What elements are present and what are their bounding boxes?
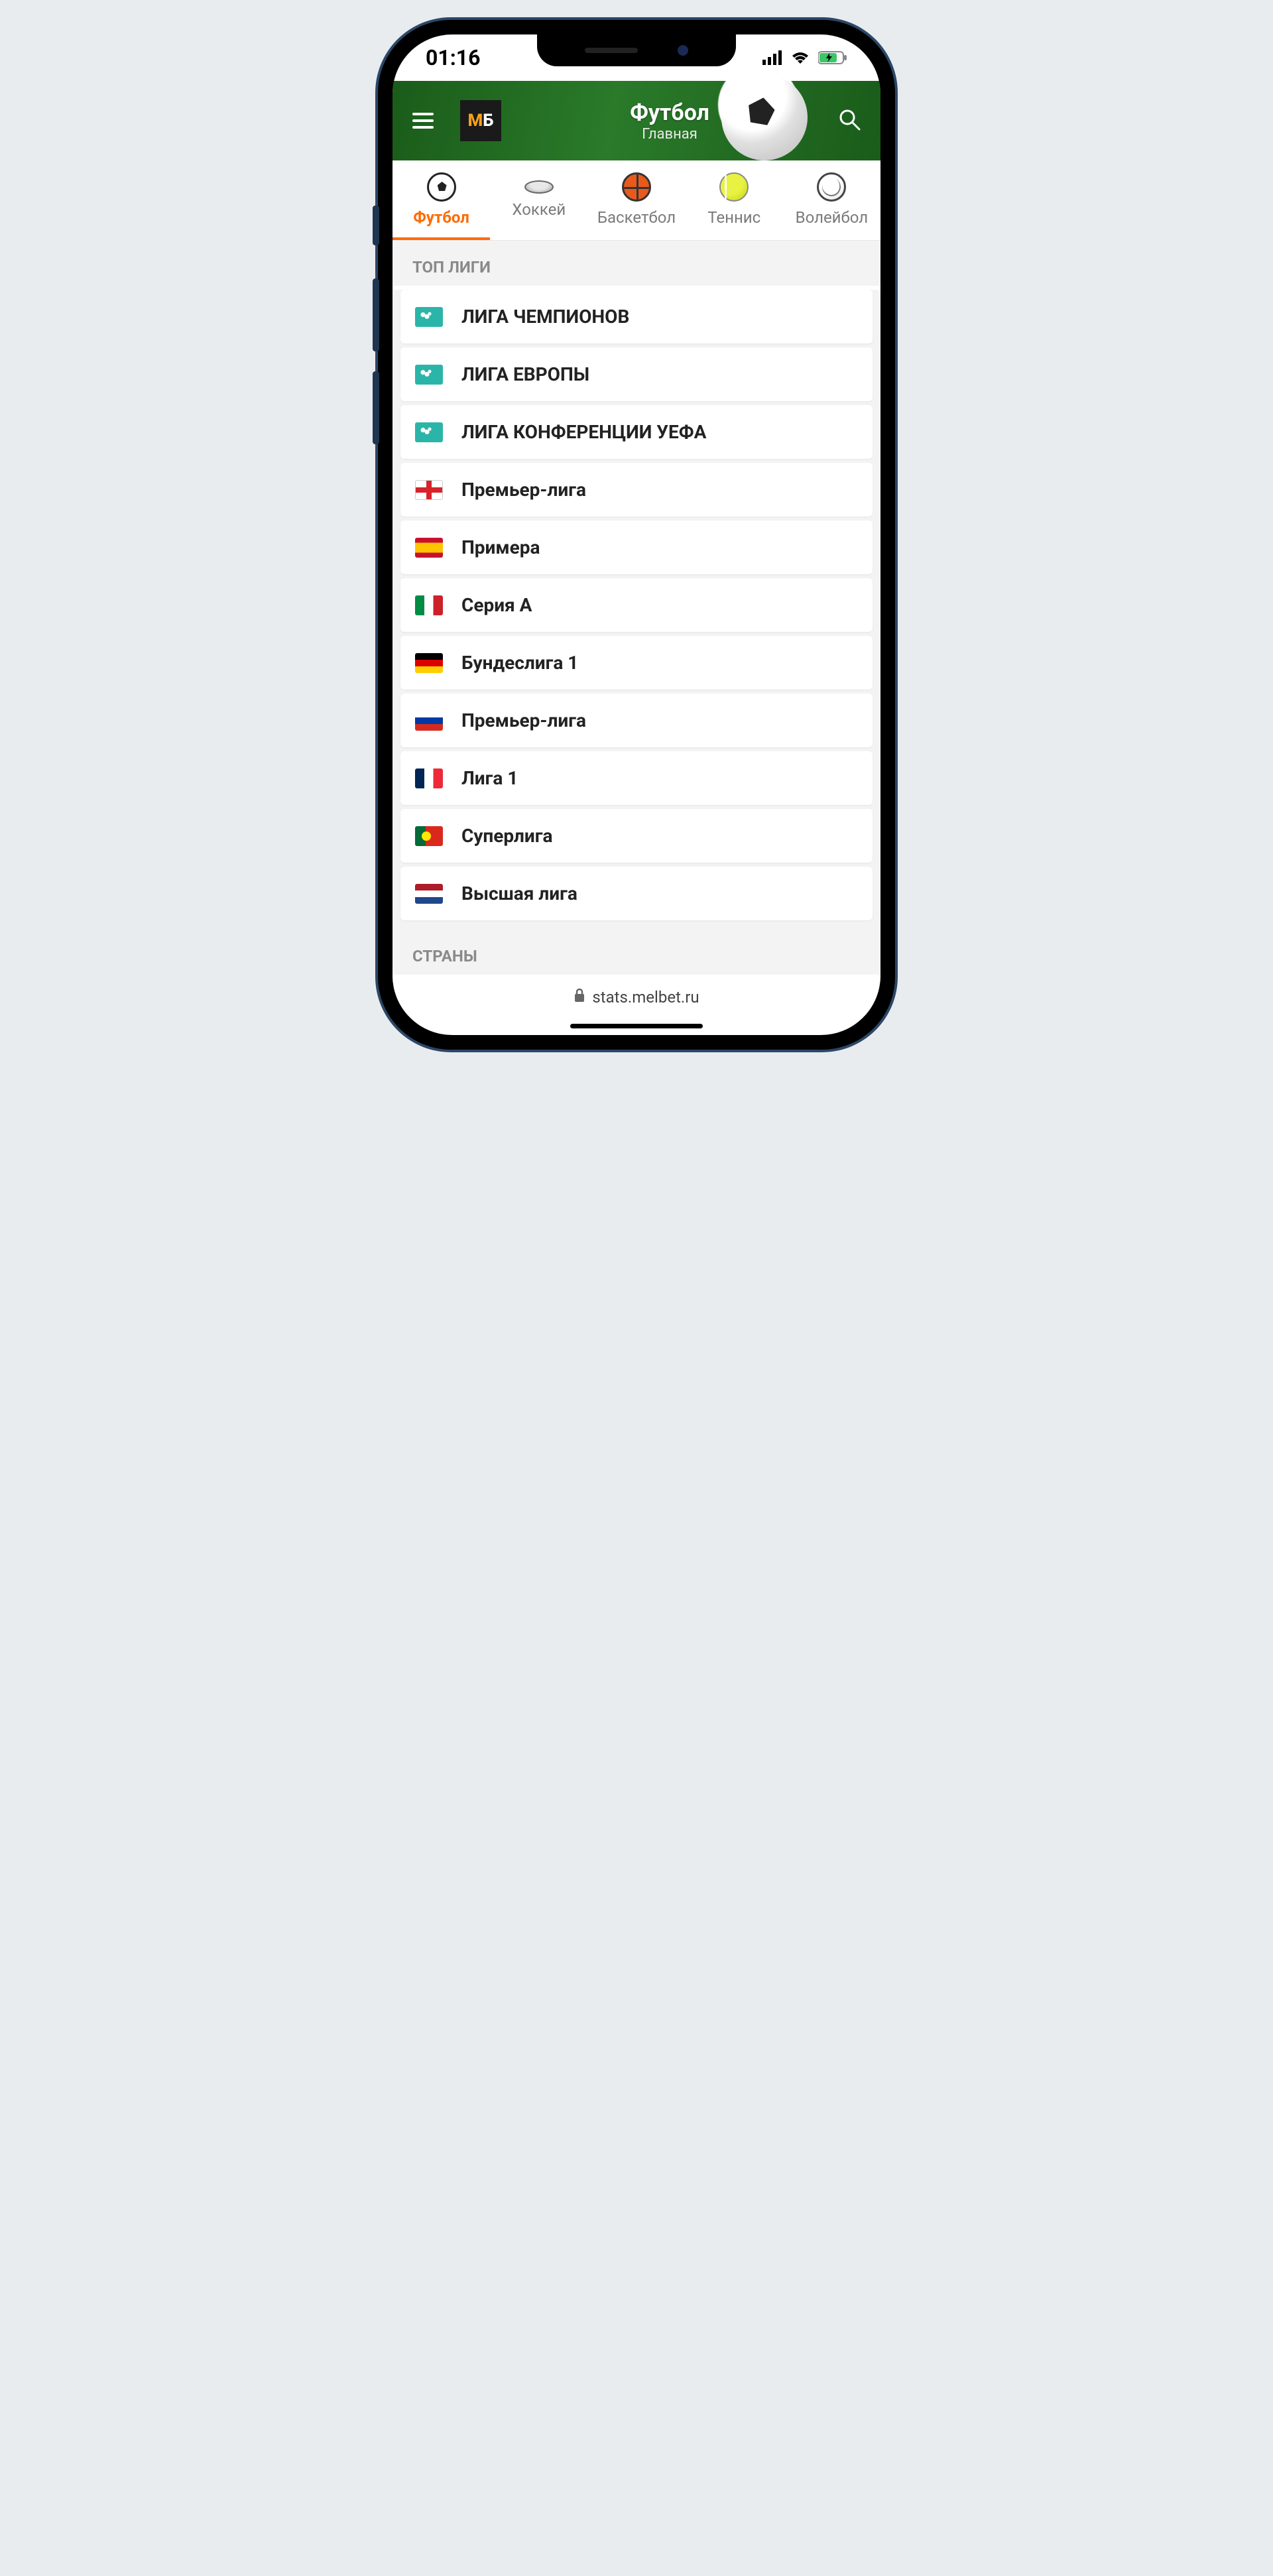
league-name: Суперлига — [461, 825, 552, 847]
phone-frame: 01:16 MБ Футбол Главная — [378, 20, 895, 1050]
flag-nl-icon — [415, 884, 443, 904]
league-name: Бундеслига 1 — [461, 652, 578, 674]
header-title-block: Футбол Главная — [501, 99, 838, 143]
sport-tab-volley[interactable]: Волейбол — [783, 160, 880, 240]
lock-icon — [574, 988, 585, 1007]
sport-tab-tennis[interactable]: Теннис — [686, 160, 783, 240]
league-name: Лига 1 — [461, 767, 518, 789]
flag-en-icon — [415, 480, 443, 500]
league-item[interactable]: Примера — [400, 521, 873, 574]
top-leagues-heading: ТОП ЛИГИ — [393, 241, 880, 286]
league-item[interactable]: Серия А — [400, 578, 873, 632]
search-button[interactable] — [838, 108, 861, 133]
league-name: ЛИГА КОНФЕРЕНЦИИ УЕФА — [461, 421, 706, 443]
sport-label: Футбол — [398, 208, 485, 227]
menu-button[interactable] — [412, 113, 434, 129]
league-item[interactable]: Суперлига — [400, 809, 873, 863]
browser-url-bar[interactable]: stats.melbet.ru — [393, 975, 880, 1016]
page-subtitle: Главная — [501, 126, 838, 143]
flag-ru-icon — [415, 711, 443, 731]
league-item[interactable]: Лига 1 — [400, 751, 873, 805]
league-item[interactable]: Бундеслига 1 — [400, 636, 873, 690]
page-title: Футбол — [501, 99, 838, 126]
screen: 01:16 MБ Футбол Главная — [393, 34, 880, 1035]
league-name: Премьер-лига — [461, 709, 586, 731]
flag-eu-icon — [415, 307, 443, 327]
wifi-icon — [790, 50, 810, 65]
url-text: stats.melbet.ru — [592, 988, 699, 1007]
volume-up-button — [373, 278, 379, 351]
home-indicator[interactable] — [570, 1024, 703, 1028]
league-item[interactable]: ЛИГА КОНФЕРЕНЦИИ УЕФА — [400, 405, 873, 459]
tennis-icon — [719, 172, 749, 202]
league-item[interactable]: ЛИГА ЕВРОПЫ — [400, 347, 873, 401]
leagues-list: ЛИГА ЧЕМПИОНОВ ЛИГА ЕВРОПЫ ЛИГА КОНФЕРЕНЦИ… — [393, 290, 880, 930]
flag-es-icon — [415, 538, 443, 558]
league-name: ЛИГА ЕВРОПЫ — [461, 363, 589, 385]
countries-heading: СТРАНЫ — [393, 930, 880, 975]
logo: MБ — [460, 100, 501, 141]
flag-eu-icon — [415, 422, 443, 442]
sport-tab-soccer[interactable]: Футбол — [393, 160, 490, 240]
basket-icon — [622, 172, 651, 202]
league-name: Примера — [461, 536, 540, 558]
front-camera — [678, 45, 688, 56]
sport-tab-hockey[interactable]: Хоккей — [490, 160, 587, 240]
side-button — [373, 206, 379, 245]
sport-label: Баскетбол — [593, 208, 680, 227]
flag-pt-icon — [415, 826, 443, 846]
speaker — [585, 48, 638, 53]
volley-icon — [817, 172, 846, 202]
notch — [537, 34, 736, 66]
league-item[interactable]: Премьер-лига — [400, 463, 873, 517]
soccer-icon — [427, 172, 456, 202]
sport-tab-basket[interactable]: Баскетбол — [587, 160, 685, 240]
league-name: Высшая лига — [461, 883, 577, 904]
status-indicators — [762, 50, 847, 65]
volume-down-button — [373, 371, 379, 444]
flag-eu-icon — [415, 365, 443, 385]
league-name: Премьер-лига — [461, 479, 586, 501]
sport-label: Хоккей — [495, 200, 582, 219]
league-item[interactable]: Премьер-лига — [400, 694, 873, 747]
app-header: MБ Футбол Главная — [393, 81, 880, 160]
sports-tabs: Футбол Хоккей Баскетбол Теннис Волейбол — [393, 160, 880, 241]
sport-label: Волейбол — [788, 208, 875, 227]
sport-label: Теннис — [691, 208, 778, 227]
league-name: ЛИГА ЧЕМПИОНОВ — [461, 306, 629, 328]
league-item[interactable]: Высшая лига — [400, 867, 873, 920]
status-time: 01:16 — [426, 45, 480, 70]
league-item[interactable]: ЛИГА ЧЕМПИОНОВ — [400, 290, 873, 343]
cellular-signal-icon — [762, 50, 782, 65]
flag-it-icon — [415, 595, 443, 615]
league-name: Серия А — [461, 594, 532, 616]
battery-charging-icon — [818, 50, 847, 65]
flag-fr-icon — [415, 768, 443, 788]
hockey-icon — [524, 180, 554, 194]
flag-de-icon — [415, 653, 443, 673]
